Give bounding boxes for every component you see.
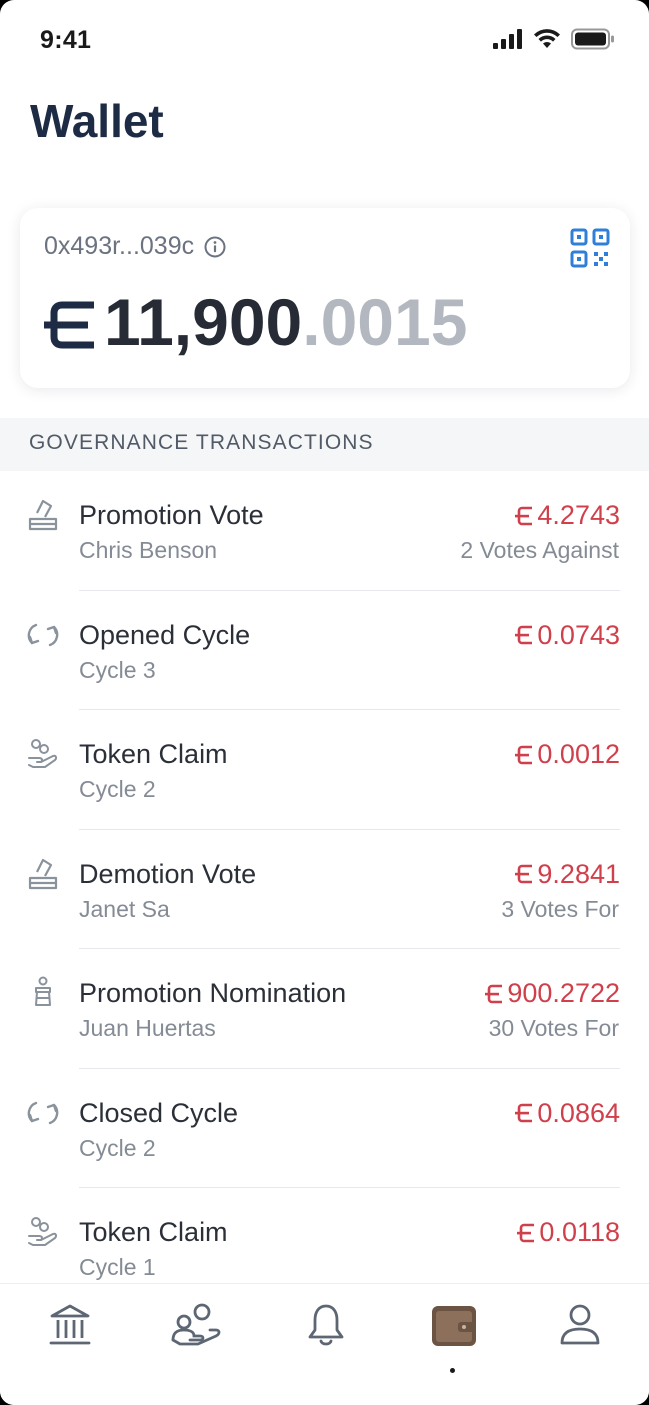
- wallet-address[interactable]: 0x493r...039c: [44, 232, 194, 261]
- transaction-subtitle: Cycle 1: [79, 1254, 156, 1280]
- tab-notifications[interactable]: [299, 1302, 353, 1352]
- tab-profile[interactable]: [553, 1302, 607, 1352]
- currency-symbol-icon: [515, 864, 533, 884]
- transaction-amount-value: 0.0012: [537, 739, 620, 769]
- transaction-title: Opened Cycle: [79, 619, 251, 650]
- transaction-amount-value: 4.2743: [537, 500, 620, 530]
- transaction-list: Promotion Vote Chris Benson 4.2743 2 Vot…: [0, 471, 649, 1308]
- transaction-row[interactable]: Opened Cycle Cycle 3 0.0743: [0, 591, 649, 711]
- transaction-amount: 0.0864: [515, 1098, 620, 1129]
- transaction-row[interactable]: Promotion Nomination Juan Huertas 900.27…: [0, 949, 649, 1069]
- transaction-amount-value: 0.0864: [537, 1097, 620, 1128]
- currency-symbol-icon: [515, 1103, 533, 1123]
- signal-icon: [493, 29, 522, 49]
- profile-icon: [560, 1304, 600, 1345]
- bell-icon: [308, 1304, 344, 1346]
- status-bar: 9:41: [0, 0, 649, 80]
- transaction-title: Token Claim: [79, 739, 228, 769]
- transaction-detail: 3 Votes For: [501, 895, 619, 922]
- transaction-subtitle: Cycle 2: [79, 1134, 156, 1161]
- transaction-title: Promotion Nomination: [79, 978, 347, 1008]
- transaction-amount-value: 900.2722: [507, 978, 620, 1008]
- balance-decimal: .0015: [302, 285, 468, 359]
- currency-symbol-icon: [485, 984, 503, 1003]
- bank-icon: [49, 1304, 91, 1345]
- transaction-subtitle: Janet Sa: [79, 895, 170, 922]
- transaction-row[interactable]: Demotion Vote Janet Sa 9.2841 3 Votes Fo…: [0, 830, 649, 950]
- tab-community[interactable]: [170, 1302, 224, 1352]
- battery-icon: [571, 28, 614, 50]
- transaction-title: Demotion Vote: [79, 858, 257, 889]
- ballot-icon: [28, 499, 58, 531]
- wallet-icon: [432, 1306, 476, 1346]
- transaction-amount: 0.0118: [517, 1217, 620, 1248]
- transaction-row[interactable]: Closed Cycle Cycle 2 0.0864: [0, 1069, 649, 1189]
- currency-symbol-icon: [517, 1223, 535, 1242]
- ballot-icon: [28, 858, 58, 889]
- transaction-amount-value: 0.0743: [537, 619, 620, 650]
- wifi-icon: [534, 29, 560, 48]
- balance-card: 0x493r...039c 11,900.0015: [20, 208, 630, 388]
- transaction-detail: 2 Votes Against: [460, 537, 619, 563]
- transaction-subtitle: Chris Benson: [79, 537, 218, 563]
- transaction-subtitle: Cycle 3: [79, 656, 156, 683]
- transaction-amount-value: 9.2841: [537, 858, 620, 889]
- transaction-row[interactable]: Token Claim Cycle 2 0.0012: [0, 710, 649, 830]
- transaction-amount: 4.2743: [515, 500, 620, 531]
- balance-amount: 11,900.0015: [44, 284, 467, 360]
- qr-code-icon[interactable]: [570, 228, 610, 268]
- community-icon: [171, 1303, 221, 1346]
- transaction-row[interactable]: Promotion Vote Chris Benson 4.2743 2 Vot…: [0, 471, 649, 591]
- active-tab-indicator: [450, 1368, 455, 1373]
- token-hand-icon: [28, 739, 58, 768]
- token-hand-icon: [28, 1217, 58, 1246]
- tab-governance[interactable]: [43, 1302, 97, 1352]
- transaction-amount: 0.0012: [515, 739, 620, 770]
- tab-wallet[interactable]: [427, 1302, 481, 1352]
- transaction-title: Token Claim: [79, 1217, 228, 1247]
- phone-screen: 9:41 Wallet 0x493r...039c 11,900 .0015 G…: [0, 0, 649, 1405]
- transaction-detail: 30 Votes For: [488, 1015, 619, 1041]
- currency-symbol-icon: [44, 301, 94, 349]
- tab-bar: [0, 1283, 649, 1405]
- currency-symbol-icon: [515, 506, 533, 525]
- status-icons: [493, 28, 615, 50]
- transaction-subtitle: Juan Huertas: [79, 1015, 216, 1041]
- transaction-title: Promotion Vote: [79, 500, 264, 530]
- page-title: Wallet: [30, 95, 164, 147]
- transaction-subtitle: Cycle 2: [79, 776, 156, 802]
- transaction-amount: 0.0743: [515, 620, 620, 651]
- transaction-title: Closed Cycle: [79, 1097, 239, 1128]
- transaction-amount: 900.2722: [485, 978, 620, 1009]
- section-header: GOVERNANCE TRANSACTIONS: [0, 418, 649, 471]
- balance-integer: 11,900: [104, 285, 303, 359]
- status-time: 9:41: [40, 26, 92, 54]
- currency-symbol-icon: [515, 625, 533, 645]
- cycle-icon: [27, 623, 59, 646]
- section-title: GOVERNANCE TRANSACTIONS: [29, 431, 374, 454]
- cycle-icon: [27, 1101, 59, 1124]
- transaction-amount: 9.2841: [515, 859, 620, 890]
- nomination-icon: [35, 976, 51, 1006]
- transaction-amount-value: 0.0118: [539, 1217, 620, 1247]
- currency-symbol-icon: [515, 745, 533, 764]
- address-row: 0x493r...039c: [44, 232, 226, 261]
- info-icon[interactable]: [204, 236, 226, 258]
